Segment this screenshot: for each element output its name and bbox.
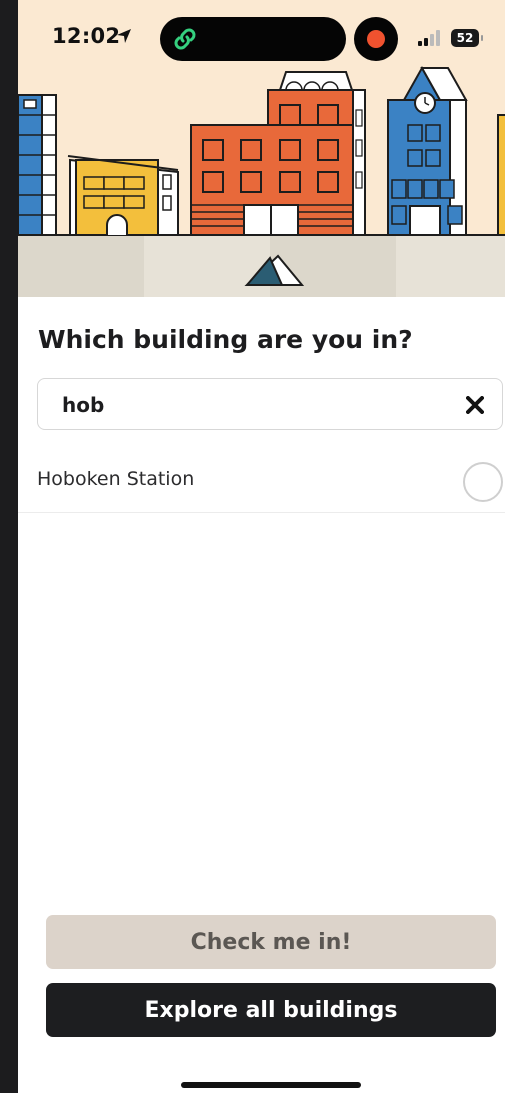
status-time: 12:02 (52, 24, 121, 48)
status-bar: 12:02 52 (18, 0, 505, 80)
record-icon (354, 17, 398, 61)
link-icon (172, 26, 198, 56)
signal-icon (418, 30, 442, 50)
building-search (37, 378, 503, 430)
explore-buildings-button[interactable]: Explore all buildings (46, 983, 496, 1037)
home-indicator (181, 1082, 361, 1088)
close-icon (466, 396, 484, 414)
check-in-button[interactable]: Check me in! (46, 915, 496, 969)
clear-search-button[interactable] (460, 390, 490, 420)
dynamic-island (160, 17, 346, 61)
search-input[interactable] (62, 391, 442, 419)
app-screen: 12:02 52 Which building are you in? hob … (18, 0, 505, 1093)
building-name: Hoboken Station (37, 468, 195, 490)
page-title: Which building are you in? (38, 325, 413, 354)
battery-icon: 52 (451, 29, 483, 47)
location-arrow-icon (116, 28, 132, 48)
list-item[interactable]: Hoboken Station (18, 452, 505, 513)
radio-button[interactable] (463, 462, 503, 502)
